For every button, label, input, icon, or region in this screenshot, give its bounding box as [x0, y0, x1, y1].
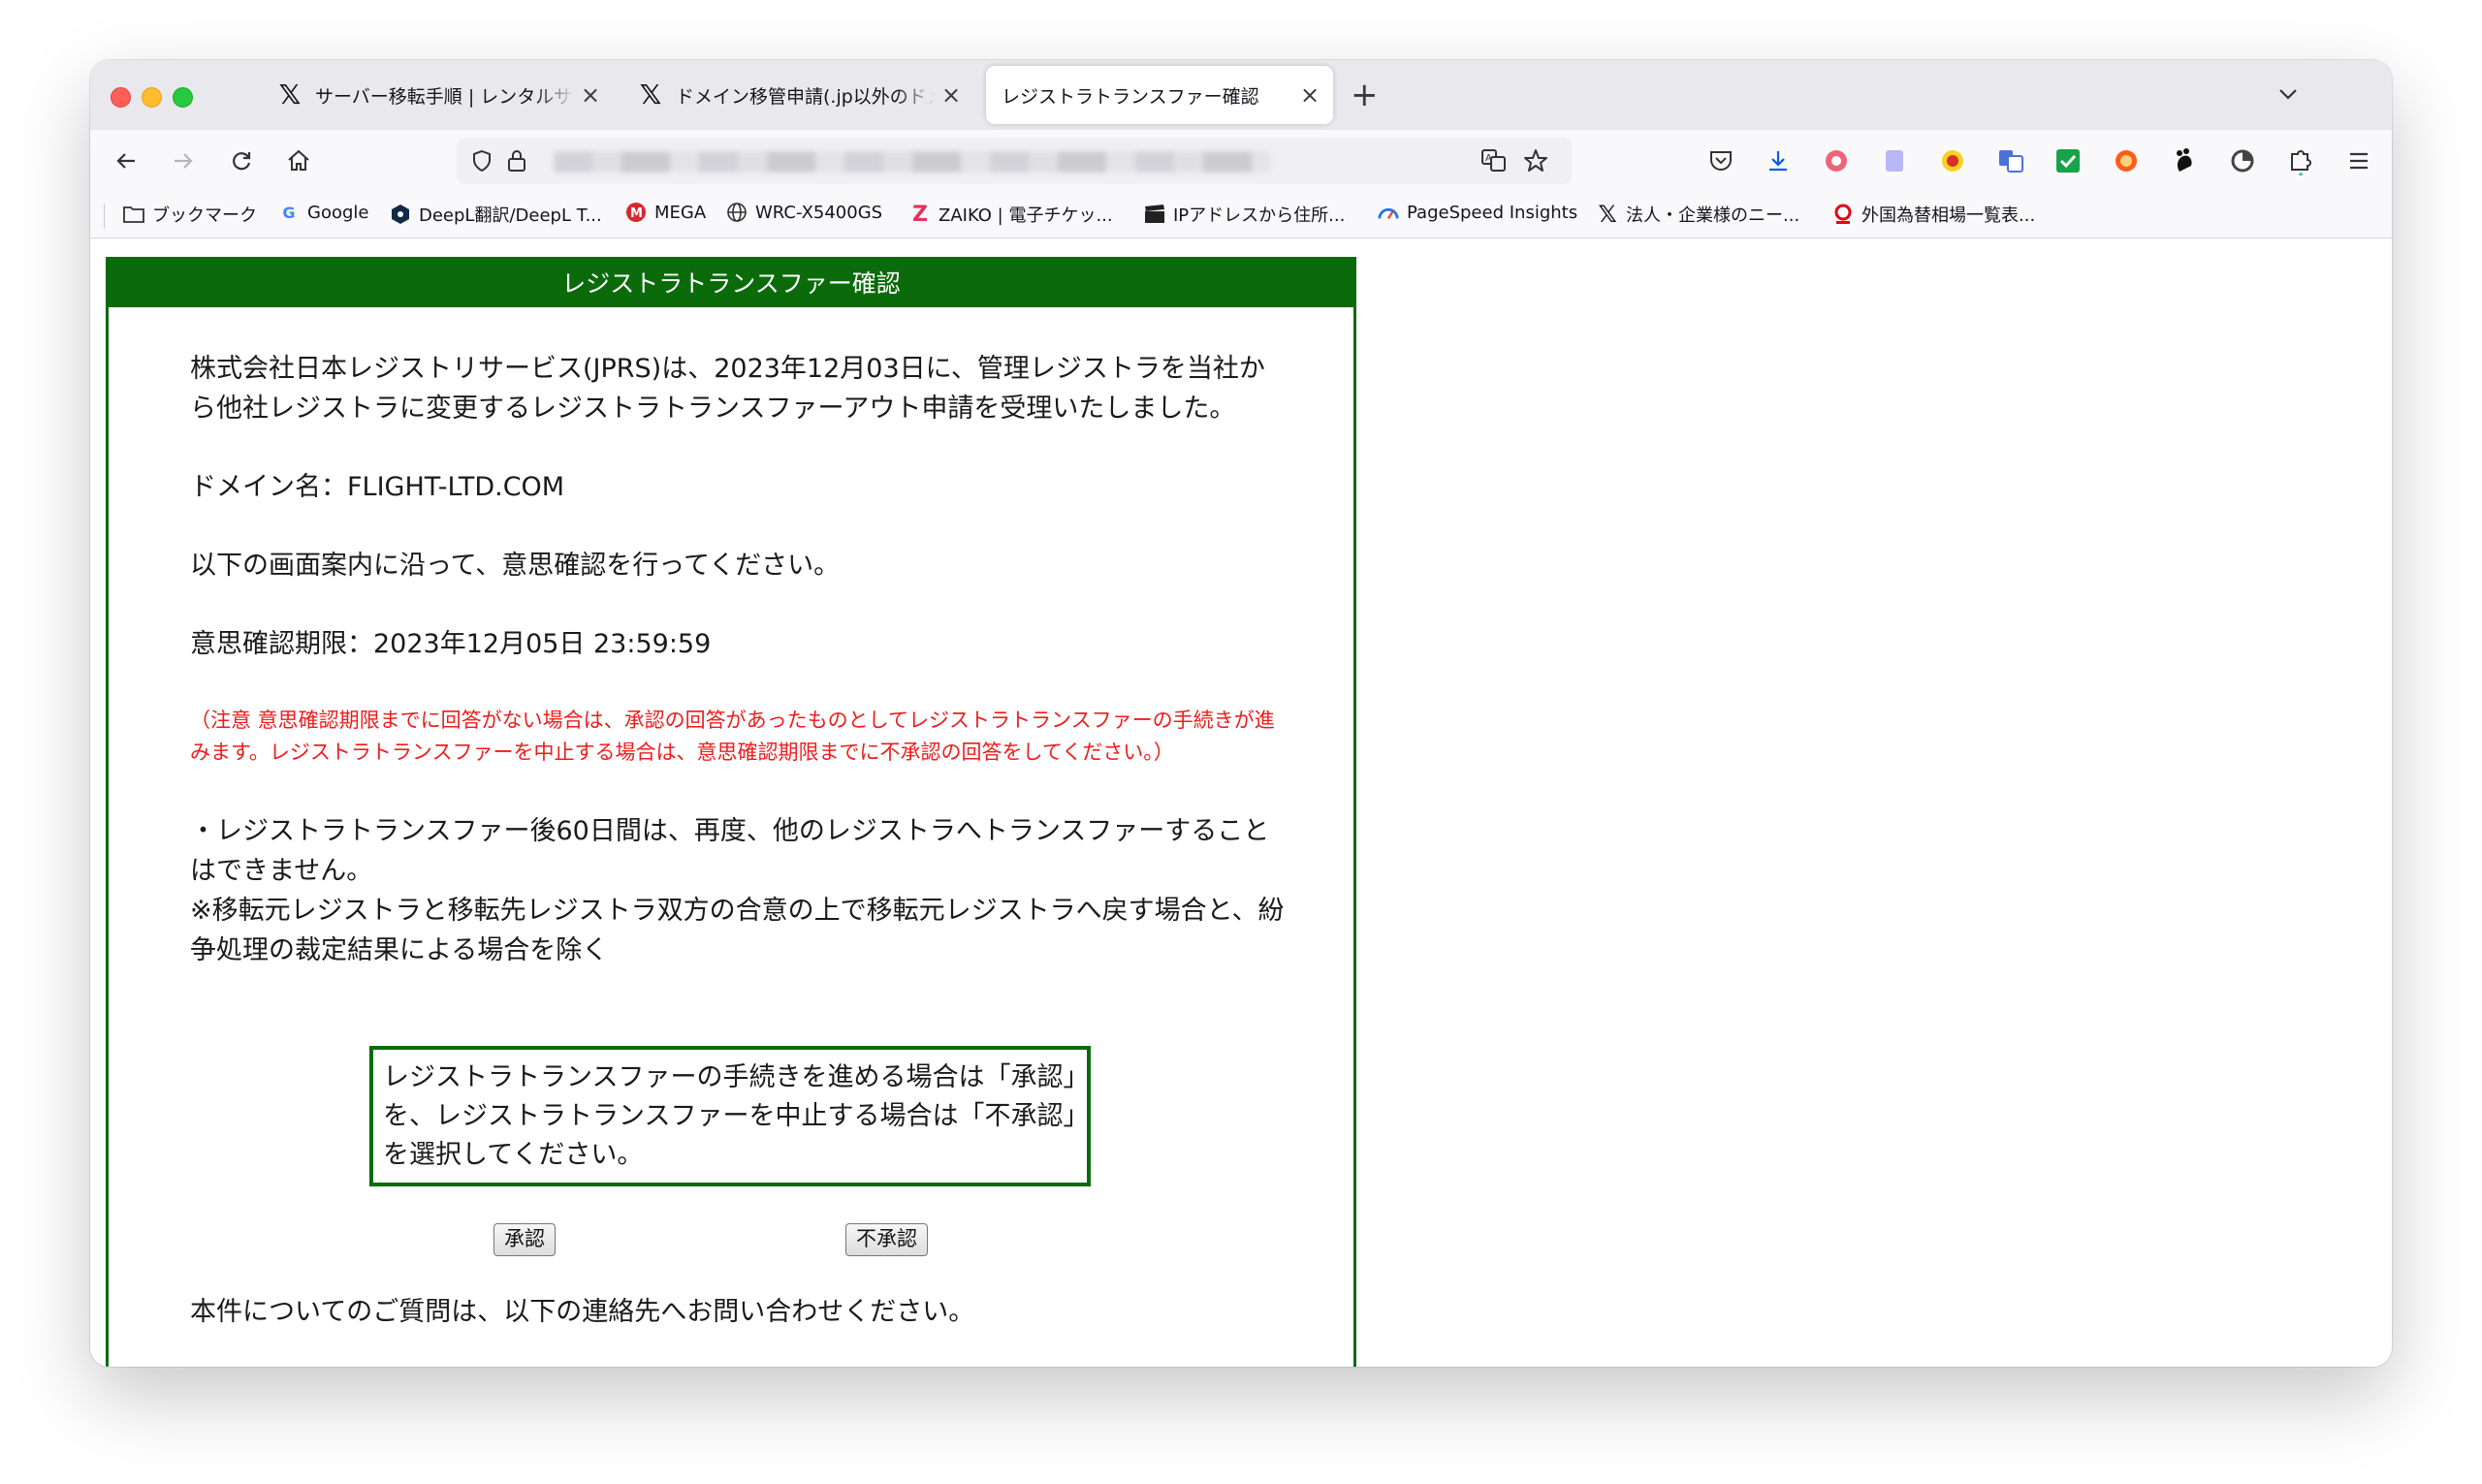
bookmark-label: DeepL翻訳/DeepL T...	[419, 205, 602, 226]
reload-icon	[233, 152, 251, 171]
home-button[interactable]	[282, 144, 315, 177]
bookmarks-toolbar: ブックマーク G Google DeepL翻訳/DeepL T... M MEG…	[90, 192, 2392, 238]
svg-text:M: M	[630, 206, 643, 221]
extension-red-icon[interactable]	[1823, 147, 1850, 174]
tab-title: レジストラトランスファー確認	[1002, 85, 1259, 108]
tab-registrar-transfer[interactable]: レジストラトランスファー確認 ×	[986, 66, 1333, 124]
back-button[interactable]	[110, 144, 143, 177]
bookmark-pagespeed[interactable]: PageSpeed Insights	[1378, 202, 1577, 223]
extension-yellow-icon[interactable]	[1939, 147, 1966, 174]
note-60-days: ・レジストラトランスファー後60日間は、再度、他のレジストラへトランスファーする…	[190, 816, 1270, 886]
browser-window: 𝕏 サーバー移転手順 | レンタルサー × 𝕏 ドメイン移管申請(.jp以外のド…	[90, 60, 2392, 1367]
mega-icon: M	[625, 202, 647, 223]
bookmark-ip-address[interactable]: IPアドレスから住所...	[1144, 202, 1345, 227]
page-content: レジストラトランスファー確認 株式会社日本レジストリサービス(JPRS)は、20…	[90, 238, 2392, 1367]
url-bar[interactable]: A	[457, 138, 1572, 184]
extension-orange-icon[interactable]	[2113, 147, 2140, 174]
extension-doc-icon[interactable]	[1881, 147, 1908, 174]
tab-domain-transfer[interactable]: 𝕏 ドメイン移管申請(.jp以外のドメ ×	[625, 66, 974, 124]
extension-translate-icon[interactable]	[1997, 147, 2024, 174]
bookmark-corporate[interactable]: 𝕏 法人・企業様のニー...	[1597, 201, 1800, 228]
tab-title: サーバー移転手順 | レンタルサー	[315, 85, 575, 108]
bookmark-label: MEGA	[654, 202, 707, 223]
tab-strip: 𝕏 サーバー移転手順 | レンタルサー × 𝕏 ドメイン移管申請(.jp以外のド…	[90, 60, 2392, 130]
close-icon[interactable]: ×	[581, 81, 600, 109]
arrow-right-icon	[175, 153, 193, 169]
reject-button[interactable]: 不承認	[845, 1223, 928, 1256]
clapper-icon	[1144, 204, 1165, 225]
new-tab-button[interactable]: +	[1351, 76, 1379, 114]
bookmark-label: PageSpeed Insights	[1407, 202, 1578, 223]
domain-name-line: ドメイン名：FLIGHT-LTD.COM	[190, 472, 565, 502]
close-icon[interactable]: ×	[1300, 81, 1320, 109]
extension-paw-icon[interactable]	[2171, 147, 2198, 174]
x-logo-icon: 𝕏	[278, 79, 302, 111]
forward-button[interactable]	[167, 144, 200, 177]
bookmark-wrc[interactable]: WRC-X5400GS	[726, 202, 882, 223]
reload-button[interactable]	[225, 144, 258, 177]
menu-icon[interactable]	[2345, 147, 2372, 174]
approve-button[interactable]: 承認	[493, 1223, 556, 1256]
bookmark-label: Google	[307, 202, 369, 223]
confirmation-panel: レジストラトランスファー確認 株式会社日本レジストリサービス(JPRS)は、20…	[106, 257, 1356, 1367]
deadline-text: 意思確認期限：2023年12月05日 23:59:59	[190, 629, 712, 659]
bookmark-zaiko[interactable]: Z ZAIKO | 電子チケッ...	[909, 202, 1113, 227]
bookmark-google[interactable]: G Google	[278, 202, 368, 223]
zaiko-icon: Z	[912, 202, 928, 227]
bookmark-label: ブックマーク	[152, 205, 257, 226]
x-logo-icon: 𝕏	[639, 79, 662, 111]
deepl-icon	[390, 204, 411, 225]
bookmark-forex[interactable]: 外国為替相場一覧表...	[1832, 202, 2035, 227]
list-tabs-button[interactable]	[2275, 81, 2301, 111]
tab-server-migration[interactable]: 𝕏 サーバー移転手順 | レンタルサー ×	[265, 66, 614, 124]
contact-text: 本件についてのご質問は、以下の連絡先へお問い合わせください。	[190, 1297, 975, 1327]
close-icon[interactable]: ×	[941, 81, 961, 109]
globe-icon	[726, 202, 748, 223]
bookmark-label: 外国為替相場一覧表...	[1862, 205, 2036, 226]
notice-box: レジストラトランスファーの手続きを進める場合は「承認」を、レジストラトランスファ…	[369, 1046, 1091, 1186]
home-icon	[288, 149, 309, 171]
extension-check-icon[interactable]	[2054, 147, 2082, 174]
mufg-icon	[1832, 204, 1854, 225]
intro-text: 株式会社日本レジストリサービス(JPRS)は、2023年12月03日に、管理レジ…	[190, 354, 1265, 424]
translate-icon[interactable]: A	[1480, 148, 1508, 174]
bookmark-label: WRC-X5400GS	[755, 202, 883, 223]
bookmark-folder[interactable]: ブックマーク	[123, 202, 257, 227]
svg-text:A: A	[1485, 153, 1492, 164]
window-maximize-button[interactable]	[173, 87, 193, 108]
extensions-puzzle-icon[interactable]	[2287, 147, 2314, 175]
pocket-icon[interactable]	[1707, 147, 1734, 174]
download-icon[interactable]	[1765, 147, 1792, 174]
folder-icon	[123, 204, 144, 225]
window-minimize-button[interactable]	[142, 87, 162, 108]
bookmark-label: IPアドレスから住所...	[1173, 205, 1346, 226]
note-exception: ※移転元レジストラと移転先レジストラ双方の合意の上で移転元レジストラへ戻す場合と…	[190, 896, 1285, 965]
x-logo-icon: 𝕏	[1598, 201, 1617, 228]
window-close-button[interactable]	[111, 87, 131, 108]
bookmark-deepl[interactable]: DeepL翻訳/DeepL T...	[390, 202, 602, 227]
bookmark-mega[interactable]: M MEGA	[625, 202, 706, 223]
pagespeed-icon	[1378, 202, 1399, 223]
tab-title: ドメイン移管申請(.jp以外のドメ	[676, 85, 936, 108]
instruction-text: 以下の画面案内に沿って、意思確認を行ってください。	[190, 551, 841, 581]
shield-icon[interactable]	[470, 149, 493, 173]
page-title: レジストラトランスファー確認	[106, 257, 1356, 307]
url-text-redacted	[554, 151, 1271, 173]
google-icon: G	[282, 203, 296, 222]
bookmark-separator	[104, 204, 105, 229]
arrow-left-icon	[116, 153, 135, 169]
bookmark-label: 法人・企業様のニー...	[1626, 205, 1800, 226]
warning-text: （注意 意思確認期限までに回答がない場合は、承認の回答があったものとしてレジスト…	[190, 709, 1275, 764]
bookmark-label: ZAIKO | 電子チケッ...	[939, 205, 1113, 226]
extension-pie-icon[interactable]	[2229, 147, 2256, 174]
navigation-toolbar: A	[90, 130, 2392, 192]
star-icon[interactable]	[1523, 148, 1548, 174]
chevron-down-icon	[2279, 89, 2297, 100]
lock-icon[interactable]	[505, 148, 528, 174]
